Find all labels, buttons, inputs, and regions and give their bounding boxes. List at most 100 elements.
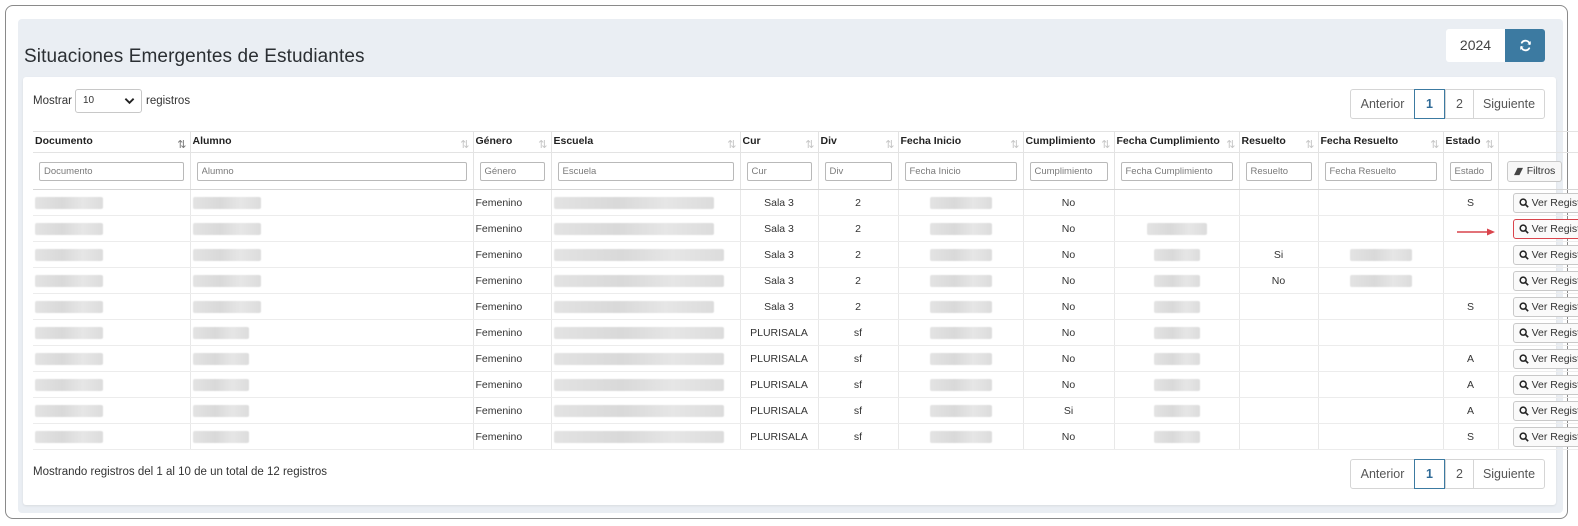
filter-input[interactable]	[824, 161, 892, 181]
column-header[interactable]: Documento ⇅	[33, 131, 191, 153]
filter-input[interactable]	[746, 161, 812, 181]
view-record-button[interactable]: Ver Registro	[1512, 192, 1578, 213]
view-record-button[interactable]: Ver Registro	[1512, 374, 1578, 395]
filter-input[interactable]	[1120, 161, 1233, 181]
column-header-label: Documento	[35, 135, 93, 147]
column-header[interactable]: Fecha Inicio ⇅	[898, 131, 1024, 153]
cell-fecha-resuelto	[1318, 241, 1444, 268]
sort-icon: ⇅	[538, 139, 548, 151]
refresh-button[interactable]	[1505, 29, 1545, 62]
filter-cell	[551, 152, 741, 190]
cell-cumplimiento: No	[1023, 293, 1115, 320]
column-header[interactable]: Escuela ⇅	[551, 131, 741, 153]
redacted-value	[35, 274, 103, 287]
view-record-button[interactable]: Ver Registro	[1512, 426, 1578, 447]
filter-input[interactable]	[1029, 161, 1108, 181]
cell-escuela	[551, 423, 741, 450]
cell-fecha-inicio	[898, 215, 1024, 242]
search-icon	[1519, 249, 1529, 260]
filter-input[interactable]	[196, 161, 467, 181]
column-header[interactable]: Fecha Resuelto ⇅	[1318, 131, 1444, 153]
cell-cumplimiento: Si	[1023, 397, 1115, 424]
column-header[interactable]: Cumplimiento ⇅	[1023, 131, 1115, 153]
pagination-top: Anterior 1 2 Siguiente	[1350, 89, 1545, 119]
pagination-next[interactable]: Siguiente	[1473, 460, 1544, 488]
column-header[interactable]: Cur ⇅	[740, 131, 819, 153]
view-record-label: Ver Registro	[1531, 430, 1578, 443]
cell-fecha-cumplimiento	[1114, 423, 1240, 450]
redacted-value	[929, 300, 992, 313]
view-record-button[interactable]: Ver Registro	[1512, 296, 1578, 317]
column-header-label: Estado	[1445, 135, 1481, 147]
page-length-value: 10	[82, 95, 95, 106]
view-record-button[interactable]: Ver Registro	[1512, 322, 1578, 343]
filters-button[interactable]: Filtros	[1506, 160, 1562, 182]
view-record-button[interactable]: Ver Registro	[1512, 244, 1578, 265]
pagination-page-1[interactable]: 1	[1414, 459, 1445, 489]
cell-estado	[1443, 319, 1499, 346]
column-header-label: Escuela	[553, 135, 594, 147]
view-record-label: Ver Registro	[1531, 222, 1578, 235]
sort-icon: ⇅	[460, 139, 470, 151]
column-header[interactable]: Alumno ⇅	[190, 131, 474, 153]
view-record-button[interactable]: Ver Registro	[1512, 400, 1578, 421]
column-header[interactable]: Resuelto ⇅	[1239, 131, 1319, 153]
table-row: Femenino Sala 32 No No Ver Registro	[33, 267, 1578, 294]
cell-div: sf	[818, 371, 899, 398]
pagination-prev[interactable]: Anterior	[1351, 90, 1414, 118]
chevron-down-icon	[124, 98, 135, 105]
redacted-value	[553, 196, 714, 209]
column-header[interactable]: Div ⇅	[818, 131, 899, 153]
cell-resuelto: No	[1239, 267, 1319, 294]
cell-alumno	[190, 345, 474, 372]
redacted-value	[192, 222, 261, 235]
filter-input[interactable]	[1324, 161, 1437, 181]
cell-genero: Femenino	[473, 345, 552, 372]
sort-icon: ⇅	[1485, 139, 1495, 151]
filter-input[interactable]	[557, 161, 734, 181]
column-header[interactable]: ⇅	[1498, 131, 1578, 153]
length-suffix: registros	[145, 95, 191, 107]
cell-fecha-cumplimiento	[1114, 293, 1240, 320]
pagination-prev[interactable]: Anterior	[1351, 460, 1414, 488]
cell-actions: Ver Registro	[1498, 319, 1578, 346]
pagination-next[interactable]: Siguiente	[1473, 90, 1544, 118]
sort-icon: ⇅	[1430, 139, 1440, 151]
cell-actions: Ver Registro	[1498, 345, 1578, 372]
filters-button-label: Filtros	[1526, 165, 1556, 177]
cell-cur: PLURISALA	[740, 423, 819, 450]
view-record-button[interactable]: Ver Registro	[1512, 348, 1578, 369]
redacted-value	[929, 274, 992, 287]
cell-fecha-inicio	[898, 189, 1024, 216]
search-icon	[1519, 275, 1529, 286]
cell-escuela	[551, 241, 741, 268]
cell-resuelto	[1239, 293, 1319, 320]
column-header[interactable]: Género ⇅	[473, 131, 552, 153]
sort-icon: ⇅	[1101, 139, 1111, 151]
filter-input[interactable]	[479, 161, 545, 181]
redacted-value	[929, 222, 992, 235]
pagination-page-2[interactable]: 2	[1445, 90, 1473, 118]
filter-input[interactable]	[1245, 161, 1312, 181]
pagination-page-1[interactable]: 1	[1414, 89, 1445, 119]
cell-div: 2	[818, 293, 899, 320]
column-header[interactable]: Estado ⇅	[1443, 131, 1499, 153]
filter-input[interactable]	[39, 161, 184, 181]
redacted-value	[929, 430, 992, 443]
page-length-select[interactable]: 10	[74, 89, 142, 113]
view-record-button[interactable]: Ver Registro	[1512, 218, 1578, 239]
filter-input[interactable]	[1449, 161, 1492, 181]
cell-fecha-resuelto	[1318, 319, 1444, 346]
cell-alumno	[190, 423, 474, 450]
view-record-label: Ver Registro	[1531, 378, 1578, 391]
cell-div: 2	[818, 189, 899, 216]
filter-input[interactable]	[904, 161, 1017, 181]
filter-cell	[1318, 152, 1444, 190]
cell-fecha-resuelto	[1318, 189, 1444, 216]
column-header-label: Alumno	[192, 135, 232, 147]
cell-estado	[1443, 241, 1499, 268]
column-header[interactable]: Fecha Cumplimiento ⇅	[1114, 131, 1240, 153]
view-record-button[interactable]: Ver Registro	[1512, 270, 1578, 291]
pagination-page-2[interactable]: 2	[1445, 460, 1473, 488]
cell-estado: S	[1443, 189, 1499, 216]
